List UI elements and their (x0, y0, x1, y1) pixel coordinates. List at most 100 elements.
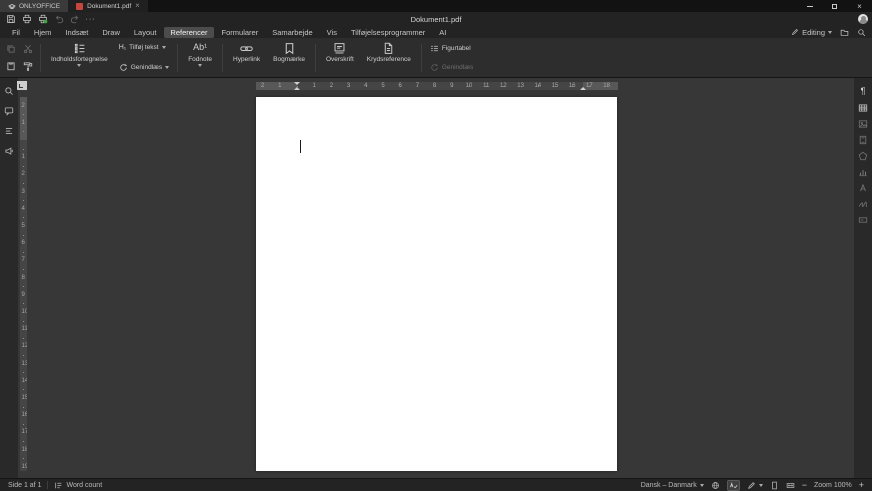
cut-button[interactable] (23, 41, 33, 59)
ruler-tick (263, 86, 264, 87)
ruler-tick (23, 407, 24, 408)
tab-fil[interactable]: Fil (6, 27, 26, 38)
fit-to-page-icon[interactable] (770, 481, 779, 490)
tab-indsaet[interactable]: Indsæt (59, 27, 94, 38)
window-tab-bar: ONLYOFFICE Dokument1.pdf × × (0, 0, 872, 12)
ruler-tick (23, 355, 24, 356)
language-label: Dansk – Danmark (641, 482, 697, 489)
quick-print-button[interactable] (36, 13, 49, 25)
undo-button[interactable] (52, 13, 65, 25)
customize-toolbar-button[interactable]: ··· (84, 13, 97, 25)
ribbon-tab-row: Fil Hjem Indsæt Draw Layout Referencer F… (0, 26, 872, 38)
app-menu-button[interactable]: ONLYOFFICE (0, 0, 68, 12)
cross-reference-label: Krydsreference (367, 56, 411, 63)
cross-reference-button[interactable]: Krydsreference (363, 41, 415, 75)
table-of-contents-button[interactable]: Indholdsfortegnelse (47, 41, 112, 75)
quick-access-toolbar: ··· (4, 13, 97, 25)
tab-samarbejde[interactable]: Samarbejde (266, 27, 318, 38)
bookmark-button[interactable]: Bogmærke (269, 41, 309, 75)
fit-to-width-icon[interactable] (786, 481, 795, 490)
bar-chart-icon (858, 167, 868, 177)
tab-tilfoejelsesprogrammer[interactable]: Tilføjelsesprogrammer (345, 27, 431, 38)
document-page[interactable] (256, 97, 617, 471)
word-count-button[interactable]: Word count (54, 481, 102, 490)
language-selector[interactable]: Dansk – Danmark (641, 482, 704, 489)
feedback-button[interactable] (2, 144, 16, 157)
tab-referencer[interactable]: Referencer (164, 27, 213, 38)
zoom-level-label[interactable]: Zoom 100% (814, 482, 852, 489)
tab-layout[interactable]: Layout (128, 27, 163, 38)
tab-close-icon[interactable]: × (135, 2, 140, 10)
ruler-tick (607, 86, 608, 87)
maximize-button[interactable] (822, 0, 847, 12)
tab-hjem[interactable]: Hjem (28, 27, 58, 38)
copy-button[interactable] (6, 41, 16, 59)
save-button[interactable] (4, 13, 17, 25)
zoom-out-button[interactable]: − (802, 480, 807, 490)
ruler-number: 19 (22, 464, 28, 470)
ruler-tick (486, 86, 487, 87)
headings-navigation-button[interactable] (2, 124, 16, 137)
textart-settings-button[interactable] (856, 182, 870, 193)
zoom-in-button[interactable]: + (859, 480, 864, 490)
ruler-number: 12 (22, 343, 28, 349)
status-bar-left: Side 1 af 1 Word count (8, 481, 102, 490)
set-language-globe-icon[interactable] (711, 481, 720, 490)
redo-button[interactable] (68, 13, 81, 25)
table-of-figures-button[interactable]: Figurtabel (428, 43, 475, 54)
bookmark-icon (283, 42, 296, 55)
refresh-icon (119, 63, 128, 72)
add-text-button[interactable]: H₁ Tilføj tekst (117, 43, 171, 52)
window-controls: × (797, 0, 872, 12)
print-button[interactable] (20, 13, 33, 25)
footnote-label: Fodnote (188, 56, 212, 63)
table-settings-button[interactable] (856, 102, 870, 113)
footnote-button[interactable]: Ab¹ Fodnote (184, 41, 216, 75)
right-panel-toolbar: ¶ (854, 78, 872, 478)
copy-style-button[interactable] (23, 58, 33, 76)
minimize-button[interactable] (797, 0, 822, 12)
page-indicator[interactable]: Side 1 af 1 (8, 482, 41, 489)
refresh-table-of-figures-button[interactable]: Genindlæs (428, 62, 475, 73)
search-icon (4, 86, 14, 96)
word-count-label: Word count (66, 482, 102, 489)
find-button[interactable] (2, 84, 16, 97)
left-indent-marker[interactable] (294, 87, 300, 90)
refresh-toc-button[interactable]: Genindlæs (117, 62, 171, 73)
search-icon[interactable] (857, 28, 866, 37)
shape-settings-button[interactable] (856, 150, 870, 161)
ruler-tick (383, 86, 384, 87)
horizontal-ruler[interactable]: 12123456789101112131415161718 (256, 82, 618, 90)
signature-settings-button[interactable] (856, 198, 870, 209)
tab-ai[interactable]: AI (433, 27, 452, 38)
comments-button[interactable] (2, 104, 16, 117)
headerfooter-settings-button[interactable] (856, 134, 870, 145)
chart-settings-button[interactable] (856, 166, 870, 177)
editing-mode-button[interactable]: Editing (791, 28, 832, 37)
user-avatar[interactable] (858, 14, 868, 24)
open-file-location-icon[interactable] (840, 28, 849, 37)
ruler-tick (349, 86, 350, 87)
ruler-tick (23, 321, 24, 322)
tab-vis[interactable]: Vis (321, 27, 343, 38)
ruler-tick (538, 86, 539, 87)
form-settings-button[interactable] (856, 214, 870, 225)
spell-check-toggle[interactable] (727, 480, 740, 491)
tab-formularer[interactable]: Formularer (216, 27, 265, 38)
document-tab[interactable]: Dokument1.pdf × (68, 0, 148, 12)
paste-button[interactable] (6, 58, 16, 76)
tab-draw[interactable]: Draw (96, 27, 126, 38)
form-field-icon (858, 215, 868, 225)
paragraph-settings-button[interactable]: ¶ (856, 86, 870, 97)
image-settings-button[interactable] (856, 118, 870, 129)
hyperlink-button[interactable]: Hyperlink (229, 41, 264, 75)
onlyoffice-window: ONLYOFFICE Dokument1.pdf × × (0, 0, 872, 491)
caption-button[interactable]: Overskrift (322, 41, 358, 75)
signature-icon (858, 199, 868, 209)
vertical-ruler[interactable]: 1212345678910111213141516171819 (20, 97, 27, 471)
add-text-label: Tilføj tekst (129, 44, 158, 51)
more-icon: ··· (86, 16, 96, 23)
close-button[interactable]: × (847, 0, 872, 12)
track-changes-button[interactable] (747, 481, 763, 490)
tab-stop-selector[interactable] (17, 81, 27, 90)
